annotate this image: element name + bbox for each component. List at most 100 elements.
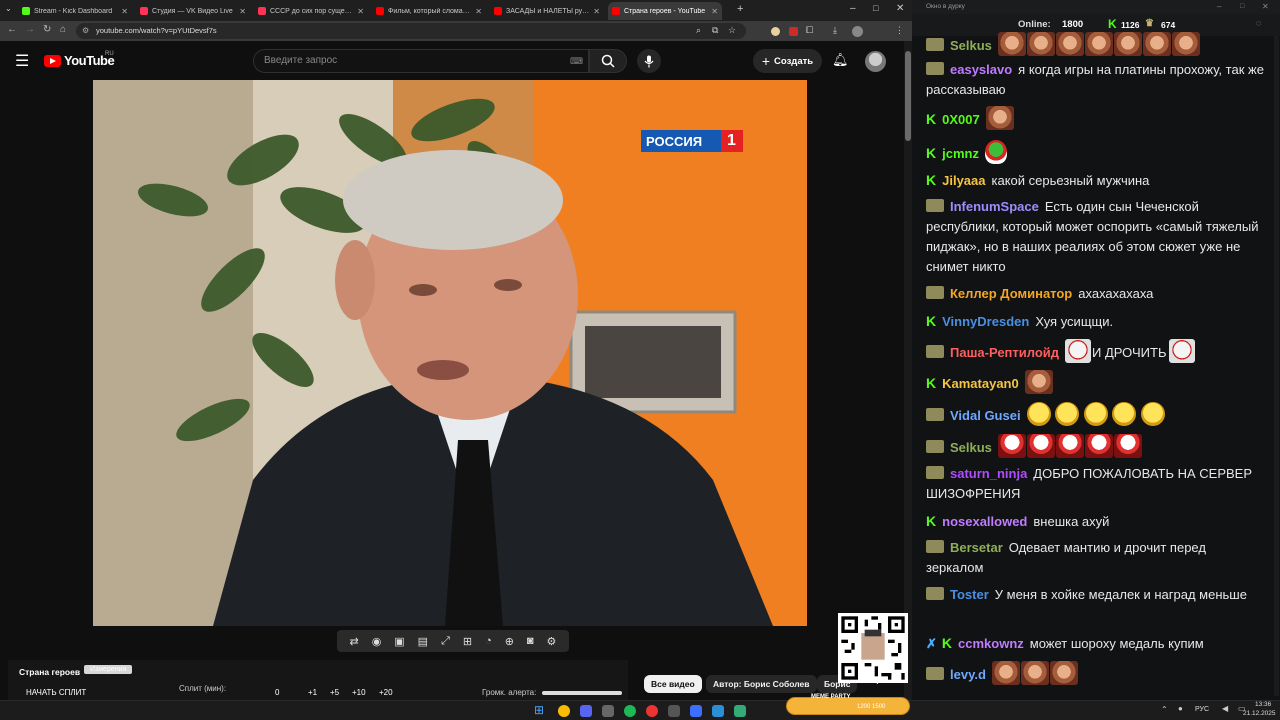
split-option[interactable]: +5 (330, 688, 339, 697)
settings-gear-icon[interactable]: ⚙ (547, 635, 557, 648)
site-info-icon[interactable]: ⚙ (82, 23, 89, 39)
close-window-icon[interactable]: ✕ (896, 3, 904, 14)
chat-settings-icon[interactable]: ◌ (1256, 18, 1261, 28)
chat-username[interactable]: Selkus (950, 38, 992, 53)
broadcast-icon[interactable]: ◉ (372, 635, 382, 648)
chat-username[interactable]: Kamatayan0 (942, 376, 1019, 391)
browser-tab[interactable]: Stream - Kick Dashboard ✕ (18, 2, 132, 20)
chat-username[interactable]: 0X007 (942, 112, 980, 127)
forward-icon[interactable]: → (25, 24, 35, 35)
voice-search-button[interactable] (637, 49, 661, 73)
back-icon[interactable]: ← (7, 24, 17, 35)
browser-tab[interactable]: Фильм, который сломал Томі ✕ (372, 2, 486, 20)
tab-close-icon[interactable]: ✕ (711, 7, 718, 16)
volume-tray-icon[interactable]: ◀ (1222, 704, 1228, 713)
browser-menu-icon[interactable]: ⋮ (895, 25, 904, 36)
split-option[interactable]: +20 (379, 688, 393, 697)
create-button[interactable]: + Создать (753, 49, 822, 73)
chat-username[interactable]: Bersetar (950, 540, 1003, 555)
watch-icon[interactable]: ▣ (394, 635, 404, 648)
chat-username[interactable]: Toster (950, 587, 989, 602)
home-icon[interactable]: ⌂ (60, 24, 66, 35)
keyboard-icon[interactable]: ⌨ (570, 50, 583, 72)
split-option[interactable]: +10 (352, 688, 366, 697)
discord-taskbar-icon[interactable] (580, 705, 592, 717)
cast-icon[interactable]: ⧉ (712, 25, 718, 36)
chat-username[interactable]: Vidal Gusei (950, 408, 1021, 423)
scrollbar-thumb[interactable] (905, 51, 911, 141)
split-option[interactable]: +1 (308, 688, 317, 697)
profile-avatar[interactable] (852, 26, 863, 37)
tab-close-icon[interactable]: ✕ (121, 7, 128, 16)
extensions-icon[interactable]: ⧠ (806, 25, 813, 36)
panel-tag[interactable]: Измерения (84, 665, 133, 674)
start-split-button[interactable]: НАЧАТЬ СПЛИТ (26, 688, 86, 697)
extension-icon[interactable] (789, 27, 798, 36)
mic-tray-icon[interactable]: ● (1178, 704, 1183, 713)
reload-icon[interactable]: ↻ (43, 24, 51, 35)
maximize-icon[interactable]: □ (1240, 0, 1244, 14)
chat-username[interactable]: saturn_ninja (950, 466, 1027, 481)
chat-scrollbar[interactable] (1274, 36, 1279, 696)
telegram-taskbar-icon[interactable] (712, 705, 724, 717)
loop-icon[interactable]: ⇄ (349, 635, 358, 648)
camera-icon[interactable]: ◙ (527, 635, 534, 647)
tab-close-icon[interactable]: ✕ (593, 7, 600, 16)
filmstrip-icon[interactable]: ▤ (418, 635, 428, 648)
clock-time[interactable]: 13:36 (1255, 701, 1271, 708)
extension-icon[interactable] (771, 27, 780, 36)
download-icon[interactable]: ⤓ (833, 25, 837, 36)
app-taskbar-icon[interactable] (668, 705, 680, 717)
tab-search-icon[interactable]: ⌄ (5, 4, 12, 13)
chat-username[interactable]: Паша-Рептилойд (950, 345, 1059, 360)
tab-close-icon[interactable]: ✕ (357, 7, 364, 16)
chip-all-videos[interactable]: Все видео (644, 675, 702, 693)
spotify-taskbar-icon[interactable] (624, 705, 636, 717)
chat-username[interactable]: VinnyDresden (942, 314, 1029, 329)
url-field[interactable]: ⚙ youtube.com/watch?v=pYUtDevsf7s (76, 23, 746, 39)
browser-tab[interactable]: Студия — VK Видео Live ✕ (136, 2, 250, 20)
language-indicator[interactable]: РУС (1195, 706, 1209, 713)
chat-username[interactable]: Selkus (950, 440, 992, 455)
add-icon[interactable]: ⊕ (505, 635, 514, 648)
page-scrollbar[interactable] (904, 41, 912, 700)
browser-tab[interactable]: Страна героев - YouTube ✕ (608, 2, 722, 20)
close-window-icon[interactable]: ✕ (1262, 0, 1269, 14)
tray-chevron-icon[interactable]: ⌃ (1161, 705, 1168, 714)
bookmark-star-icon[interactable]: ☆ (728, 25, 736, 36)
chat-username[interactable]: InfenumSpace (950, 199, 1039, 214)
tab-close-icon[interactable]: ✕ (475, 7, 482, 16)
chip-author[interactable]: Автор: Борис Соболев (706, 675, 817, 693)
app-taskbar-icon[interactable] (602, 705, 614, 717)
grid-icon[interactable]: ⊞ (463, 635, 472, 648)
chat-username[interactable]: nosexallowed (942, 514, 1027, 529)
chat-username[interactable]: levy.d (950, 667, 986, 682)
chat-username[interactable]: Jilyaaa (942, 173, 985, 188)
browser-tab[interactable]: ЗАСАДЫ и НАЛЁТЫ русских Р✕ (490, 2, 604, 20)
menu-hamburger-icon[interactable]: ☰ (15, 51, 29, 71)
clock-date[interactable]: 21.12.2025 (1243, 710, 1276, 717)
chat-username[interactable]: ccmkownz (958, 636, 1024, 651)
video-player[interactable]: РОССИЯ 1 (93, 80, 807, 626)
chrome-taskbar-icon[interactable] (558, 705, 570, 717)
app-taskbar-icon[interactable] (690, 705, 702, 717)
split-option[interactable]: 0 (275, 688, 279, 697)
youtube-logo-icon[interactable] (44, 55, 61, 67)
alert-volume-slider[interactable] (542, 691, 622, 695)
expand-icon[interactable]: ⤢ (441, 635, 450, 648)
zoom-icon[interactable]: ⌕ (696, 25, 701, 36)
minimize-icon[interactable]: – (850, 3, 856, 14)
search-button[interactable] (589, 49, 627, 73)
chat-username[interactable]: Келлер Доминатор (950, 286, 1072, 301)
speed-icon[interactable]: ◔ (485, 635, 492, 647)
windows-start-icon[interactable]: ⊞ (534, 703, 544, 717)
chat-username[interactable]: jcmnz (942, 146, 979, 161)
search-input[interactable]: Введите запрос ⌨ (253, 49, 589, 73)
notifications-bell-icon[interactable]: 🔔︎ (832, 52, 849, 68)
maximize-icon[interactable]: □ (873, 3, 878, 13)
chat-username[interactable]: easyslavo (950, 62, 1012, 77)
meme-party-widget[interactable]: MEME PARTY 1200 1500 (786, 694, 910, 715)
browser-tab[interactable]: СССР до сих пор существует / ✕ (254, 2, 368, 20)
new-tab-button[interactable]: + (737, 3, 743, 15)
app-taskbar-icon[interactable] (734, 705, 746, 717)
